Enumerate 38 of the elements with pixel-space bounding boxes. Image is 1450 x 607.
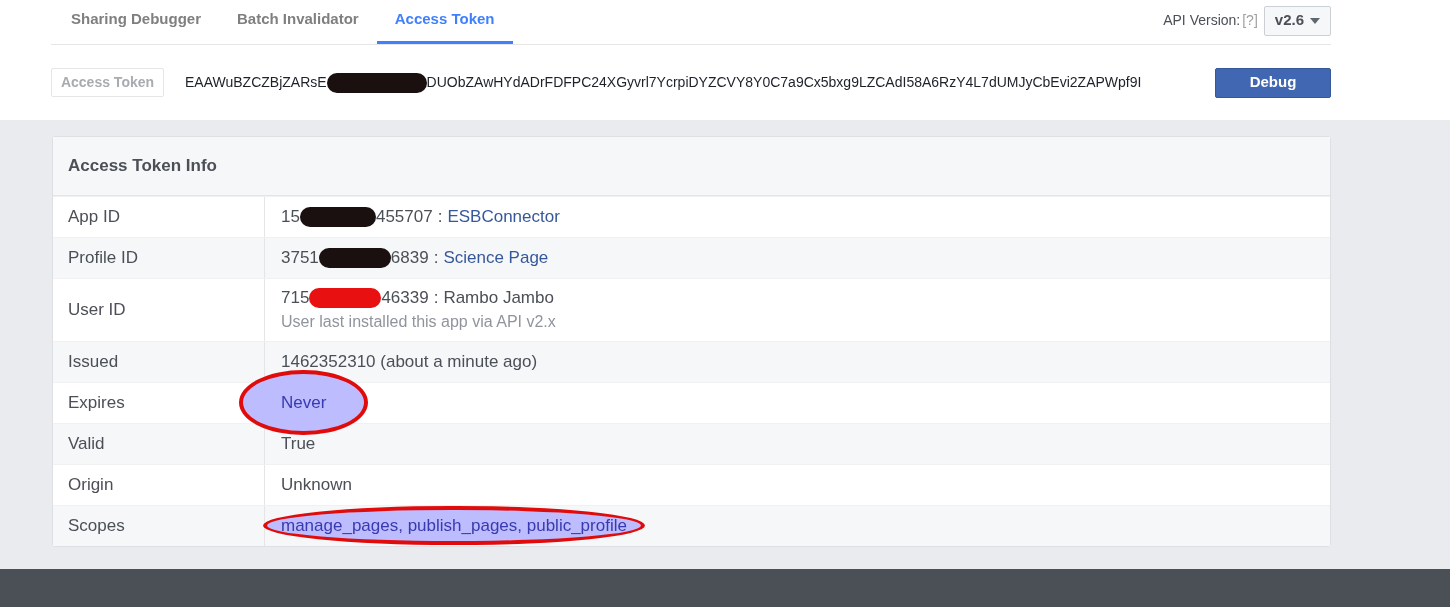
row-label: Profile ID bbox=[68, 246, 138, 269]
name-link[interactable]: ESBConnector bbox=[447, 203, 560, 230]
caret-icon bbox=[1310, 17, 1320, 24]
id-number: 455707 bbox=[375, 205, 433, 228]
id-number: 6839 bbox=[390, 246, 429, 269]
row-label: App ID bbox=[68, 205, 120, 228]
tab[interactable]: Sharing Debugger bbox=[53, 0, 219, 44]
token-text: EAAWuBZCZBjZARsE bbox=[185, 73, 327, 92]
separator: : bbox=[433, 286, 439, 309]
name-link[interactable]: Science Page bbox=[443, 244, 549, 271]
row-label: Valid bbox=[68, 432, 105, 455]
id-number: 15 bbox=[281, 205, 300, 228]
row-label: Origin bbox=[68, 473, 114, 496]
row-value: True bbox=[281, 432, 316, 455]
row-value: Unknown bbox=[281, 473, 352, 496]
row-label: Scopes bbox=[68, 514, 125, 537]
tab[interactable]: Batch Invalidator bbox=[219, 0, 377, 44]
debug-button[interactable]: Debug bbox=[1215, 67, 1331, 98]
id-number: 46339 bbox=[381, 286, 429, 309]
token-text: DUObZAwHYdADrFDFPC24XGyvrl7YcrpiDYZCVY8Y0C7a9Cx5bxg9LZCAdI58A6RzY4L7dUMJyCbEvi2ZAPWpf9I bbox=[426, 73, 1142, 92]
separator: : bbox=[433, 246, 439, 269]
row-label: Expires bbox=[68, 391, 125, 414]
row-value: Never bbox=[281, 391, 327, 414]
token-field[interactable]: EAAWuBZCZBjZARsE DUObZAwHYdADrFDFPC24XGyvrl7YcrpiDYZCVY8Y0C7a9Cx5bxg9LZCAdI58A6RzY4L7dUMJyCbEvi2ZAPWpf9I bbox=[185, 72, 1195, 93]
tab[interactable]: Access Token bbox=[376, 0, 513, 44]
field-label: Access Token bbox=[51, 68, 164, 97]
version-dropdown[interactable]: v2.6 bbox=[1263, 5, 1331, 36]
id-number: 3751 bbox=[281, 246, 319, 269]
scopes-link[interactable]: manage_pages, publish_pages, public_profile bbox=[281, 512, 627, 539]
row-label: Issued bbox=[68, 350, 119, 373]
card-title: Access Token Info bbox=[68, 154, 217, 177]
row-value: 1462352310 (about a minute ago) bbox=[281, 350, 538, 373]
separator: : bbox=[437, 205, 443, 228]
id-number: 715 bbox=[281, 286, 310, 309]
api-version-label: API Version: bbox=[1163, 11, 1241, 30]
install-note: User last installed this app via API v2.x bbox=[281, 312, 557, 333]
user-name: Rambo Jambo bbox=[443, 286, 554, 309]
row-label: User ID bbox=[68, 298, 126, 321]
